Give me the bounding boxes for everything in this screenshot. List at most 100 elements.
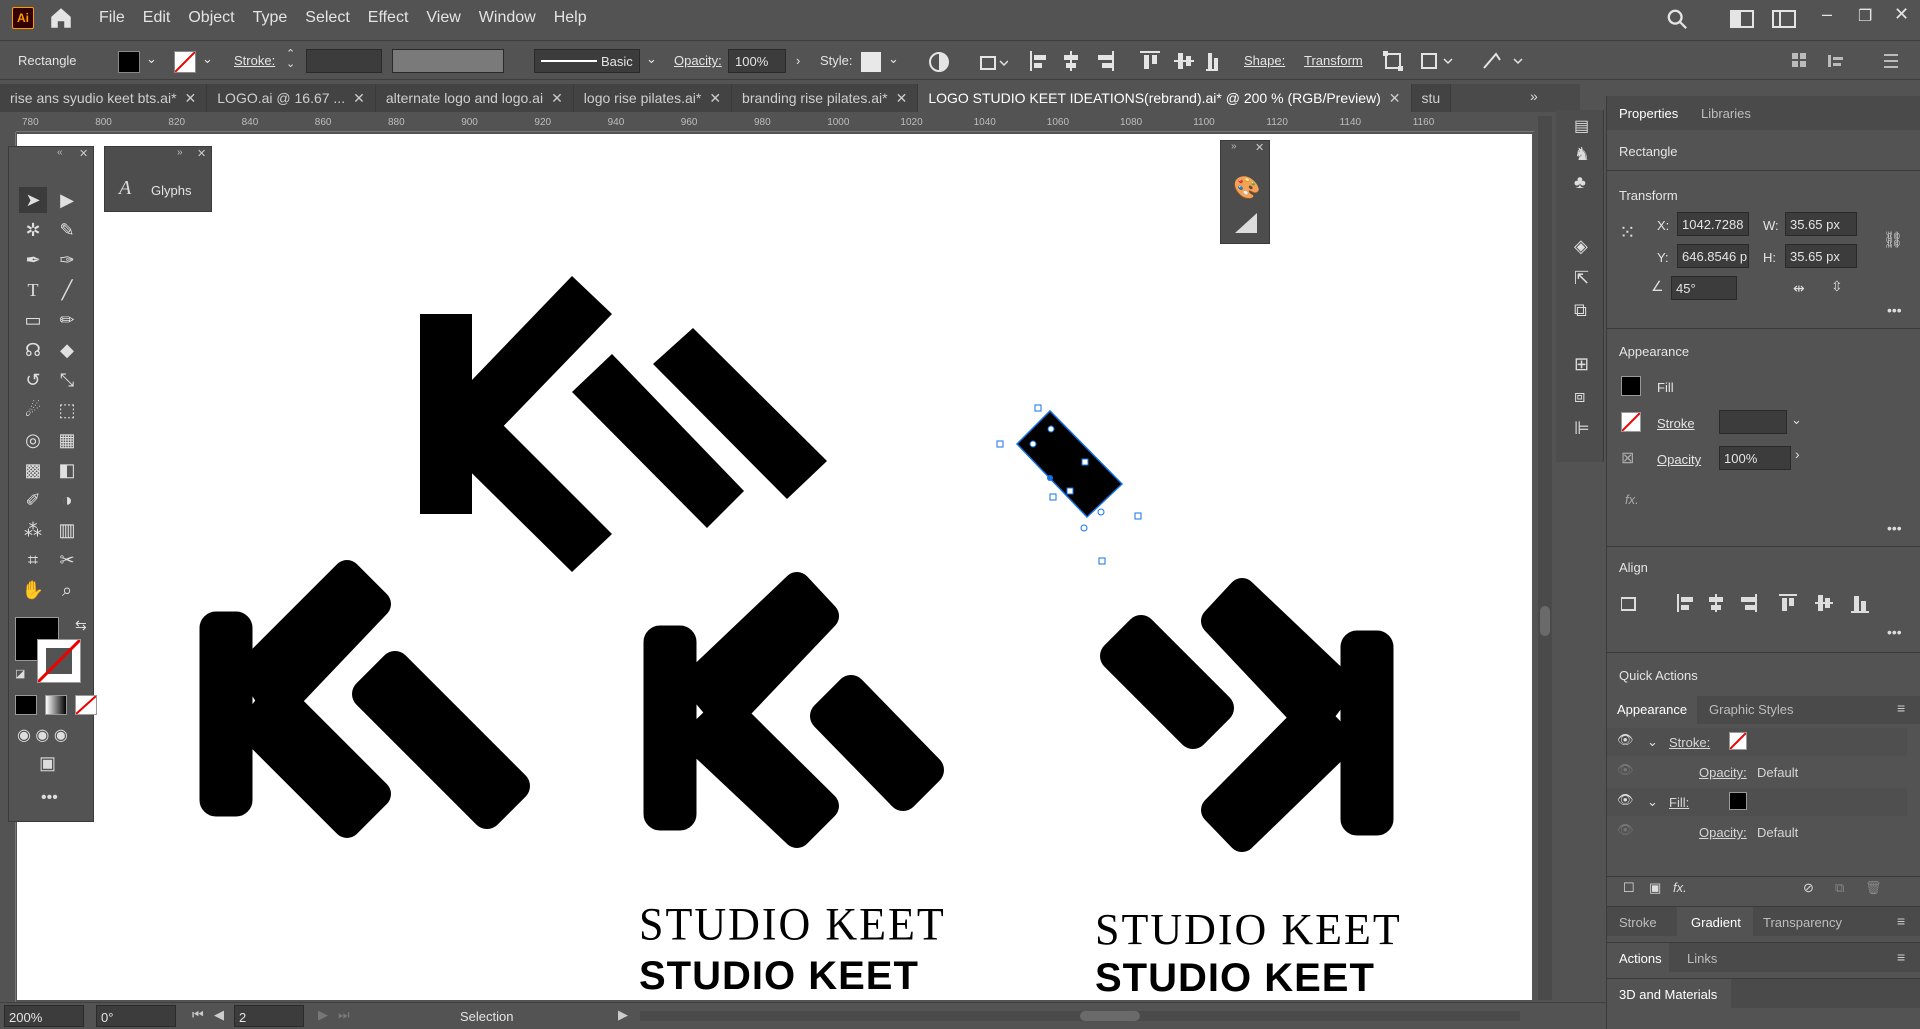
appearance-row-fill[interactable]: 👁 ⌄ Fill: [1607, 788, 1907, 816]
opacity-label[interactable]: Opacity: [674, 53, 722, 68]
puppet-warp-icon[interactable] [1482, 50, 1526, 72]
arrange-icon[interactable] [1772, 10, 1796, 28]
vertical-scrollbar[interactable] [1538, 116, 1552, 1000]
opacity-label[interactable]: Opacity: [1699, 765, 1747, 780]
reference-point-icon[interactable]: ⁙ [1619, 220, 1636, 245]
tab-libraries[interactable]: Libraries [1701, 106, 1751, 121]
studio-keet-light-1[interactable]: STUDIO KEET [639, 898, 946, 952]
artboards-icon[interactable]: ▤ [1574, 116, 1589, 136]
first-artboard-icon[interactable]: ⏮ [192, 1007, 204, 1023]
stroke-swatch[interactable] [1621, 412, 1641, 432]
menu-help[interactable]: Help [545, 0, 596, 36]
stroke-weight-input[interactable] [1719, 410, 1787, 434]
tab-stroke[interactable]: Stroke [1619, 915, 1657, 930]
status-menu-icon[interactable]: ▶ [618, 1007, 628, 1023]
transform-panel-icon[interactable]: ⊞ [1574, 354, 1589, 375]
tab-doc-5[interactable]: branding rise pilates.ai* ✕ [732, 84, 919, 112]
gradient-mode-icon[interactable] [45, 695, 67, 715]
stroke-label[interactable]: Stroke [1657, 416, 1695, 431]
mesh-tool-icon[interactable]: ▩ [19, 457, 47, 483]
blend-tool-icon[interactable]: ◑ [53, 487, 81, 513]
appearance-fill-label[interactable]: Fill: [1669, 795, 1689, 810]
menu-window[interactable]: Window [470, 0, 545, 36]
close-icon[interactable]: ✕ [896, 90, 908, 106]
tab-doc-4[interactable]: logo rise pilates.ai* ✕ [573, 84, 733, 112]
panel-menu-icon[interactable]: ≡ [1897, 700, 1905, 716]
close-icon[interactable]: ✕ [1894, 4, 1909, 25]
close-icon[interactable]: ✕ [1389, 90, 1401, 106]
menu-view[interactable]: View [417, 0, 469, 36]
panel-options-icon[interactable] [1790, 51, 1900, 71]
tab-appearance[interactable]: Appearance [1617, 702, 1687, 717]
rotation-input[interactable]: 0° [96, 1005, 176, 1027]
paintbrush-tool-icon[interactable]: ✏ [53, 307, 81, 333]
menu-select[interactable]: Select [296, 0, 358, 36]
hand-tool-icon[interactable]: ✋ [19, 577, 47, 603]
close-icon[interactable]: ✕ [185, 90, 197, 106]
direct-selection-tool-icon[interactable]: ▶ [53, 187, 81, 213]
gradient-tool-icon[interactable]: ◧ [53, 457, 81, 483]
delete-icon[interactable]: 🗑 [1865, 880, 1882, 896]
chevron-down-icon[interactable]: ⌄ [888, 51, 899, 67]
layers-icon[interactable]: ◈ [1574, 236, 1588, 257]
opacity-label[interactable]: Opacity: [1699, 825, 1747, 840]
menu-effect[interactable]: Effect [359, 0, 418, 36]
align-panel-icon[interactable]: ⊫ [1574, 418, 1590, 439]
slice-tool-icon[interactable]: ✂ [53, 547, 81, 573]
flip-horizontal-icon[interactable]: ⇹ [1793, 280, 1805, 297]
scrollbar-thumb[interactable] [1080, 1011, 1140, 1021]
add-stroke-icon[interactable]: ☐ [1623, 880, 1635, 896]
fx-icon[interactable]: fx. [1673, 880, 1687, 895]
visibility-icon[interactable]: 👁 [1617, 762, 1634, 778]
x-input[interactable]: 1042.7288 [1677, 212, 1749, 236]
horizontal-scrollbar[interactable] [640, 1011, 1520, 1021]
close-icon[interactable]: ✕ [709, 90, 721, 106]
selection-tool-icon[interactable]: ➤ [19, 187, 47, 213]
next-artboard-icon[interactable]: ▶ [318, 1007, 328, 1023]
brush-dropdown[interactable]: Basic [534, 49, 640, 73]
tab-doc-1[interactable]: rise ans syudio keet bts.ai* ✕ [0, 84, 208, 112]
appearance-stroke-label[interactable]: Stroke: [1669, 735, 1710, 750]
curvature-tool-icon[interactable]: ✑ [53, 247, 81, 273]
opacity-input[interactable]: 100% [1719, 446, 1791, 470]
transform-label[interactable]: Transform [1304, 53, 1363, 68]
screen-mode-icon[interactable]: ▣ [39, 753, 56, 774]
magic-wand-tool-icon[interactable]: ✲ [19, 217, 47, 243]
tab-gradient[interactable]: Gradient [1691, 915, 1741, 930]
chevron-down-icon[interactable]: ⌄ [1647, 794, 1658, 810]
pen-tool-icon[interactable]: ✒ [19, 247, 47, 273]
stroke-swatch[interactable] [174, 51, 196, 73]
menu-file[interactable]: File [90, 0, 134, 36]
zoom-input[interactable]: 200% [4, 1005, 84, 1027]
flip-vertical-icon[interactable]: ⇳ [1831, 278, 1843, 295]
visibility-icon[interactable]: 👁 [1617, 822, 1634, 838]
y-input[interactable]: 646.8546 p [1677, 244, 1749, 268]
arrange-panel-icon[interactable]: ⧈ [1574, 386, 1585, 407]
graph-tool-icon[interactable]: ▥ [53, 517, 81, 543]
opacity-input[interactable]: 100% [728, 49, 786, 73]
artboard-canvas[interactable]: STUDIO KEET STUDIO KEET STUDIO KEET STUD… [17, 134, 1532, 1000]
constrain-proportions-icon[interactable]: ⛓ [1883, 230, 1903, 250]
zoom-tool-icon[interactable]: ⌕ [53, 577, 81, 603]
shape-builder-tool-icon[interactable]: ◎ [19, 427, 47, 453]
workspace-icon[interactable] [1730, 10, 1754, 28]
chevron-down-icon[interactable]: ⌄ [146, 51, 157, 67]
fill-swatch[interactable] [1621, 376, 1641, 396]
collapse-icon[interactable]: » [177, 147, 183, 158]
artboard-number-input[interactable]: 2 [234, 1005, 304, 1027]
scale-tool-icon[interactable]: ⤡ [53, 367, 81, 393]
default-colors-icon[interactable]: ◪ [15, 667, 25, 680]
fill-swatch[interactable] [118, 51, 140, 73]
lasso-tool-icon[interactable]: ✎ [53, 217, 81, 243]
tab-links[interactable]: Links [1687, 951, 1717, 966]
eyedropper-tool-icon[interactable]: ✐ [19, 487, 47, 513]
menu-object[interactable]: Object [179, 0, 243, 36]
perspective-grid-tool-icon[interactable]: ▦ [53, 427, 81, 453]
add-fill-icon[interactable]: ▣ [1649, 880, 1661, 896]
home-icon[interactable] [48, 5, 74, 31]
tab-doc-active[interactable]: LOGO STUDIO KEET IDEATIONS(rebrand).ai* … [918, 84, 1412, 112]
symbol-sprayer-tool-icon[interactable]: ⁂ [19, 517, 47, 543]
more-options-icon[interactable]: ••• [1887, 302, 1902, 318]
appearance-row-opacity-2[interactable]: 👁 Opacity: Default [1607, 818, 1907, 846]
style-swatch[interactable] [860, 51, 882, 73]
